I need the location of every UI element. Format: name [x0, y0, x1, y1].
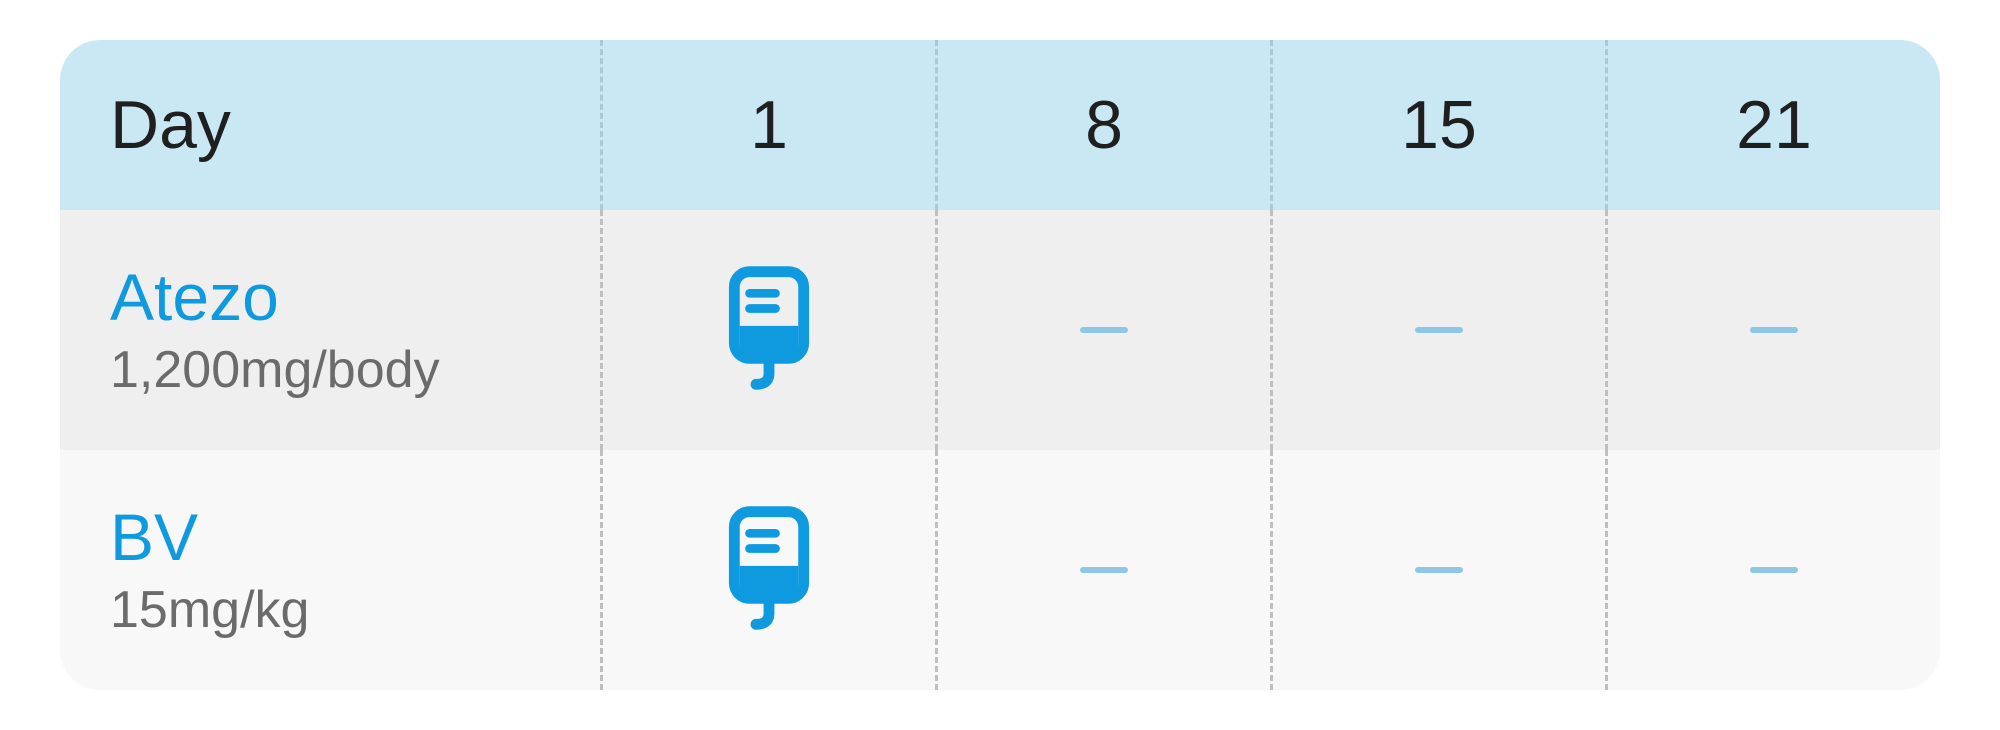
schedule-cell: [600, 210, 935, 450]
no-dose-dash: [1415, 567, 1463, 573]
header-label-cell: Day: [60, 40, 600, 210]
table-row: BV 15mg/kg: [60, 450, 1940, 690]
header-day: 8: [1085, 86, 1123, 164]
no-dose-dash: [1750, 567, 1798, 573]
header-day-cell: 15: [1270, 40, 1605, 210]
drug-label-cell: BV 15mg/kg: [60, 450, 600, 690]
iv-bag-icon: [714, 263, 824, 398]
header-day: 15: [1401, 86, 1477, 164]
drug-dose: 15mg/kg: [110, 582, 309, 639]
drug-dose: 1,200mg/body: [110, 342, 440, 399]
table-row: Atezo 1,200mg/body: [60, 210, 1940, 450]
schedule-cell: [1605, 450, 1940, 690]
schedule-cell: [600, 450, 935, 690]
header-label: Day: [110, 86, 231, 164]
no-dose-dash: [1750, 327, 1798, 333]
schedule-cell: [935, 210, 1270, 450]
drug-block: BV 15mg/kg: [110, 501, 309, 639]
header-row: Day 1 8 15 21: [60, 40, 1940, 210]
iv-bag-icon: [714, 503, 824, 638]
no-dose-dash: [1415, 327, 1463, 333]
drug-name: Atezo: [110, 261, 440, 334]
header-day-cell: 1: [600, 40, 935, 210]
header-day: 21: [1736, 86, 1812, 164]
schedule-table-container: Day 1 8 15 21 Atezo 1,200mg/body: [0, 0, 2000, 730]
drug-block: Atezo 1,200mg/body: [110, 261, 440, 399]
header-day: 1: [750, 86, 788, 164]
schedule-cell: [935, 450, 1270, 690]
schedule-cell: [1605, 210, 1940, 450]
drug-label-cell: Atezo 1,200mg/body: [60, 210, 600, 450]
no-dose-dash: [1080, 567, 1128, 573]
drug-name: BV: [110, 501, 309, 574]
schedule-cell: [1270, 210, 1605, 450]
no-dose-dash: [1080, 327, 1128, 333]
schedule-cell: [1270, 450, 1605, 690]
header-day-cell: 21: [1605, 40, 1940, 210]
schedule-table: Day 1 8 15 21 Atezo 1,200mg/body: [60, 40, 1940, 690]
header-day-cell: 8: [935, 40, 1270, 210]
